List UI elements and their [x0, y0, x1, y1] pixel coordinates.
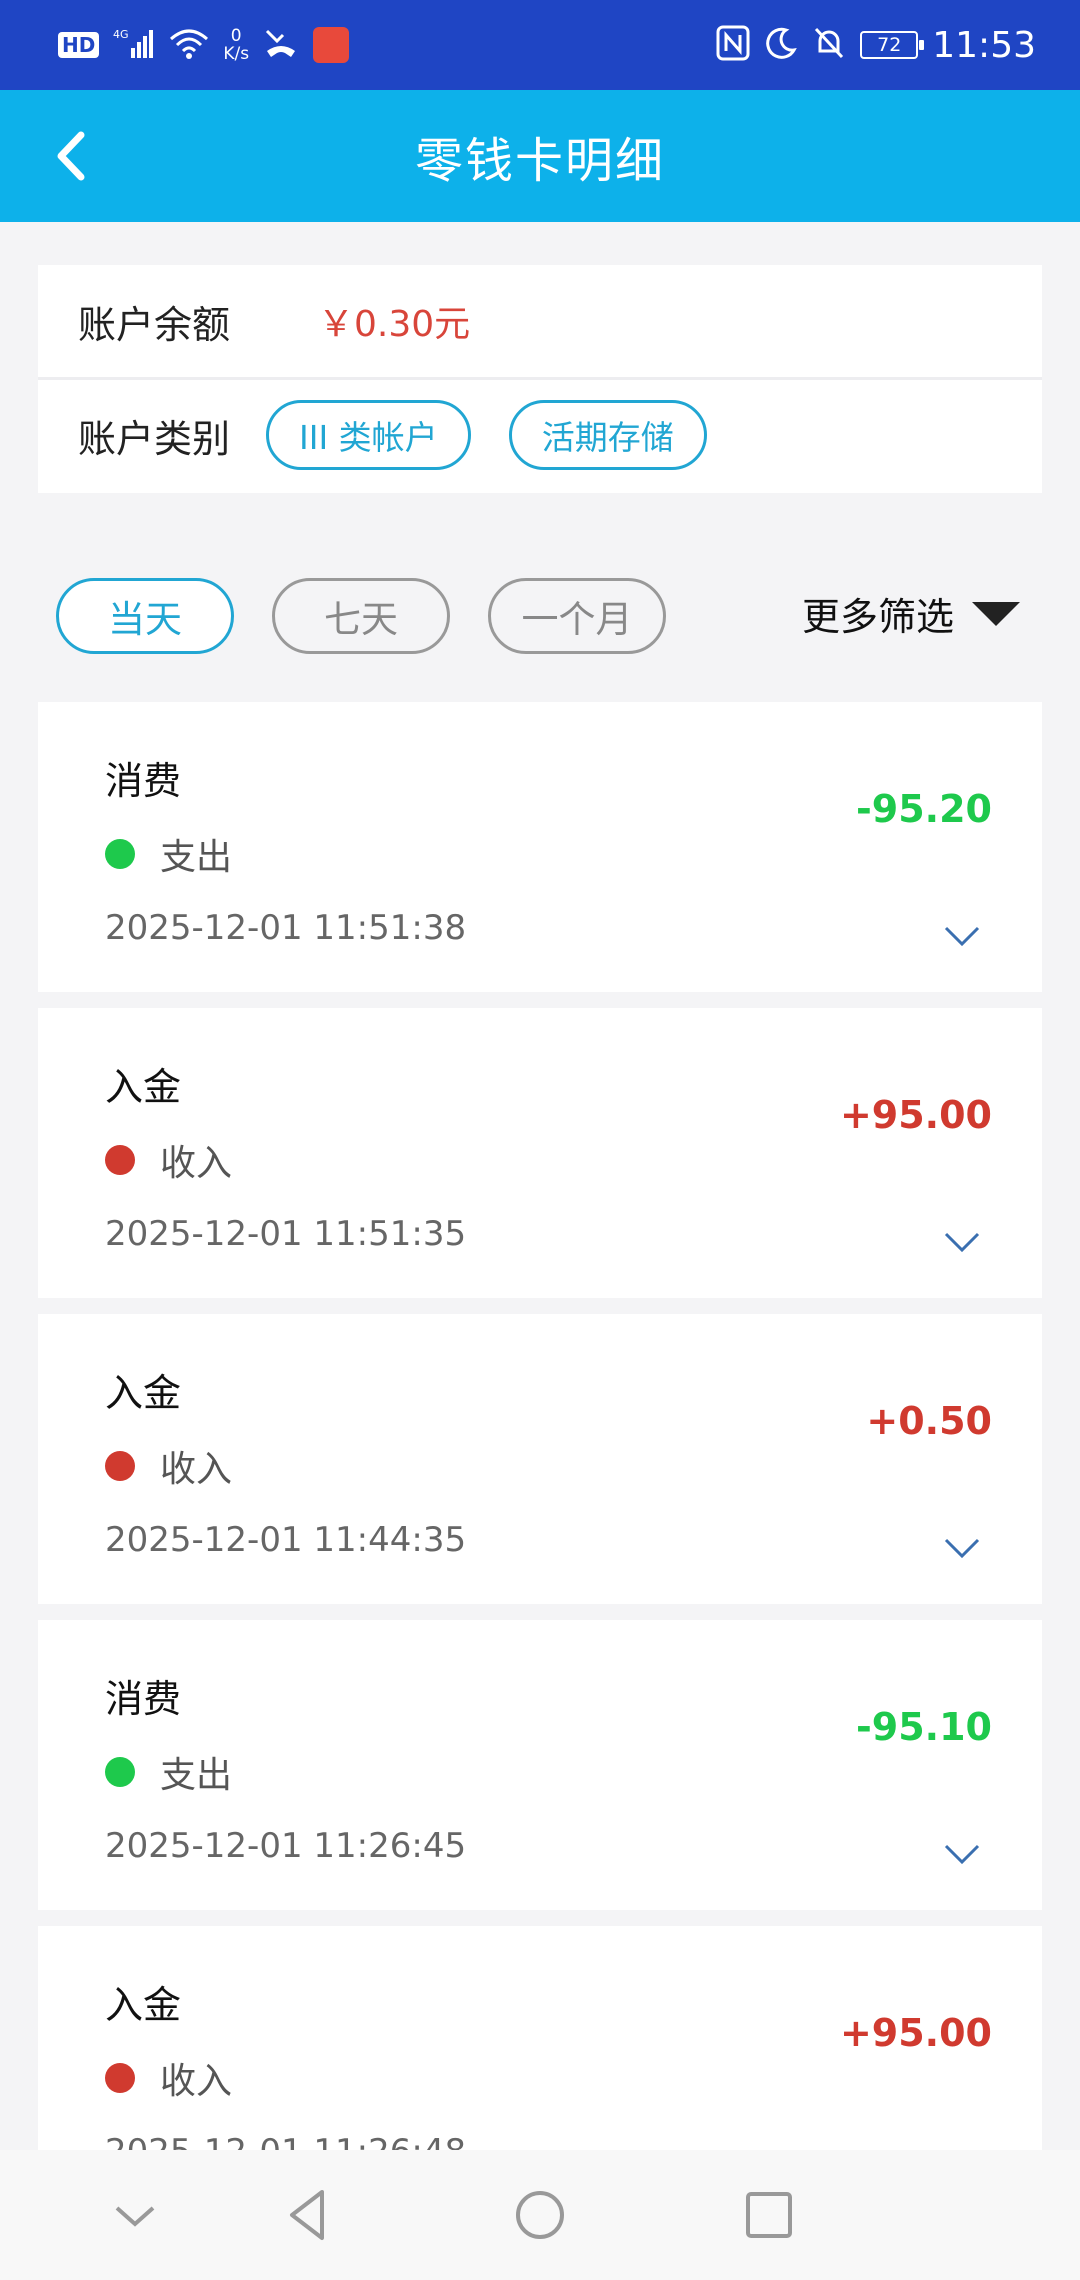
network-speed: 0 K/s: [223, 27, 249, 63]
chevron-down-icon[interactable]: [942, 1536, 982, 1560]
status-time: 11:53: [932, 24, 1036, 66]
status-right: 72 11:53: [716, 25, 1036, 66]
hide-keyboard-icon[interactable]: [100, 2180, 170, 2250]
income-dot-icon: [105, 2063, 135, 2093]
transaction-type: 收入: [105, 2052, 232, 2104]
filter-one-month[interactable]: 一个月: [488, 578, 666, 654]
chevron-down-icon[interactable]: [942, 1230, 982, 1254]
filter-today[interactable]: 当天: [56, 578, 234, 654]
transaction-type-label: 支出: [160, 837, 233, 878]
battery-icon: 72: [860, 31, 925, 59]
more-filter-label: 更多筛选: [801, 595, 954, 639]
transaction-title: 入金: [105, 1983, 182, 2027]
transaction-time: 2025-12-01 11:26:45: [105, 1826, 467, 1866]
back-nav-icon[interactable]: [274, 2180, 344, 2250]
transaction-type-label: 支出: [160, 1755, 233, 1796]
back-button[interactable]: [40, 126, 100, 186]
deposit-type-tag: 活期存储: [508, 400, 707, 470]
system-nav-bar: [0, 2150, 1080, 2280]
status-bar: HD 4G 0 K/s 72 11:53: [0, 0, 1080, 90]
transaction-title: 入金: [105, 1065, 182, 1109]
balance-row: 账户余额 ￥0.30元: [38, 265, 1042, 377]
transaction-type: 支出: [105, 1746, 232, 1798]
transaction-item[interactable]: 消费 支出 2025-12-01 11:26:45 -95.10: [38, 1620, 1042, 1910]
filter-bar: 当天 七天 一个月 更多筛选: [0, 578, 1080, 658]
transaction-title: 入金: [105, 1371, 182, 1415]
transaction-amount: +95.00: [839, 2011, 992, 2055]
expense-dot-icon: [105, 839, 135, 869]
mute-bell-icon: [812, 25, 846, 65]
transaction-type-label: 收入: [160, 1449, 233, 1490]
transaction-time: 2025-12-01 11:51:35: [105, 1214, 467, 1254]
transaction-item[interactable]: 入金 收入 2025-12-01 11:51:35 +95.00: [38, 1008, 1042, 1298]
transaction-type: 收入: [105, 1134, 232, 1186]
app-header: 零钱卡明细: [0, 90, 1080, 222]
status-left: HD 4G 0 K/s: [58, 26, 350, 64]
transaction-time: 2025-12-01 11:51:38: [105, 908, 467, 948]
transaction-amount: +0.50: [866, 1399, 992, 1443]
account-card: 账户余额 ￥0.30元 账户类别 III 类帐户 活期存储: [38, 265, 1042, 493]
transaction-title: 消费: [105, 759, 182, 803]
transaction-type-label: 收入: [160, 2061, 233, 2102]
moon-icon: [764, 26, 798, 64]
home-nav-icon[interactable]: [505, 2180, 575, 2250]
balance-label: 账户余额: [78, 302, 231, 347]
chevron-down-icon[interactable]: [942, 924, 982, 948]
signal-icon: 4G: [113, 26, 155, 64]
income-dot-icon: [105, 1451, 135, 1481]
network-speed-unit: K/s: [223, 44, 250, 64]
more-filter-button[interactable]: 更多筛选: [802, 586, 1020, 641]
chevron-left-icon: [57, 131, 85, 181]
transaction-type: 支出: [105, 828, 232, 880]
wifi-icon: [169, 27, 209, 63]
network-speed-value: 0: [230, 26, 242, 46]
balance-value: ￥0.30元: [318, 304, 471, 345]
hd-icon: HD: [58, 32, 100, 58]
recents-nav-icon[interactable]: [734, 2180, 804, 2250]
transaction-list: 消费 支出 2025-12-01 11:51:38 -95.20 入金 收入 2…: [38, 702, 1042, 2232]
transaction-amount: -95.20: [856, 787, 992, 831]
missed-call-icon: [263, 27, 299, 63]
caret-down-icon: [972, 601, 1020, 626]
transaction-amount: +95.00: [839, 1093, 992, 1137]
filter-seven-days[interactable]: 七天: [272, 578, 450, 654]
transaction-type-label: 收入: [160, 1143, 233, 1184]
network-type-text: 4G: [113, 28, 129, 41]
page-title: 零钱卡明细: [414, 133, 665, 189]
transaction-title: 消费: [105, 1677, 182, 1721]
transaction-time: 2025-12-01 11:44:35: [105, 1520, 467, 1560]
transaction-item[interactable]: 消费 支出 2025-12-01 11:51:38 -95.20: [38, 702, 1042, 992]
account-type-row: 账户类别 III 类帐户 活期存储: [38, 377, 1042, 490]
app-notification-icon: [313, 27, 350, 63]
nfc-icon: [716, 25, 750, 65]
account-tier-tag: III 类帐户: [266, 400, 471, 470]
chevron-down-icon[interactable]: [942, 1842, 982, 1866]
transaction-item[interactable]: 入金 收入 2025-12-01 11:44:35 +0.50: [38, 1314, 1042, 1604]
transaction-type: 收入: [105, 1440, 232, 1492]
expense-dot-icon: [105, 1757, 135, 1787]
income-dot-icon: [105, 1145, 135, 1175]
transaction-amount: -95.10: [856, 1705, 992, 1749]
